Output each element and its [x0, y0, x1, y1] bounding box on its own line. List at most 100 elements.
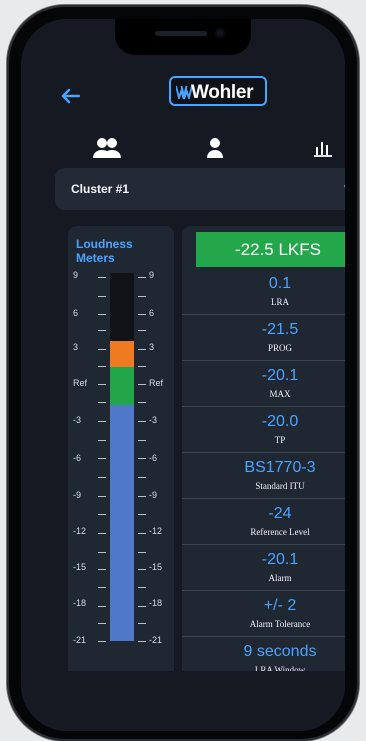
reading-value: -21.5 — [261, 321, 299, 338]
scale-tick — [98, 477, 106, 478]
scale-tick — [98, 440, 106, 441]
scale-tick — [98, 533, 106, 534]
app-screen: Wohler Cluster #1 Loudness Meters 9 6 3 … — [21, 19, 345, 731]
scale-tick — [98, 458, 106, 459]
reading-value: 9 seconds — [243, 643, 317, 660]
lkfs-readout: -22.5 LKFS — [196, 232, 345, 267]
loudness-meter-panel: Loudness Meters 9 6 3 Ref -3 -6 -9 -12 -… — [68, 226, 174, 686]
cluster-select[interactable]: Cluster #1 — [55, 168, 345, 210]
back-arrow-icon[interactable] — [59, 84, 83, 108]
scale-tick — [98, 366, 106, 367]
scale-tick — [138, 641, 146, 642]
scale-tick — [98, 384, 106, 385]
scale-left-label: -3 — [73, 415, 82, 425]
reading-row: -20.1 MAX — [182, 361, 345, 407]
meter-blue-segment — [110, 405, 134, 641]
scale-right-label: -3 — [149, 415, 158, 425]
scale-tick — [98, 349, 106, 350]
scale-left-label: -6 — [73, 453, 82, 463]
reading-value: -20.0 — [261, 413, 299, 430]
reading-value: BS1770-3 — [244, 459, 316, 476]
reading-label: PROG — [267, 343, 292, 353]
scale-right-label: 6 — [149, 308, 155, 318]
meter-orange-segment — [110, 341, 134, 367]
scale-tick — [138, 330, 146, 331]
scale-tick — [138, 384, 146, 385]
scale-tick — [98, 296, 106, 297]
scale-left-label: -18 — [73, 598, 87, 608]
scale-right-label: 9 — [149, 270, 155, 280]
reading-row: -21.5 PROG — [182, 315, 345, 361]
scale-tick — [98, 277, 106, 278]
scale-tick — [138, 277, 146, 278]
reading-label: LRA — [271, 297, 289, 307]
reading-label: Alarm — [268, 573, 292, 583]
scale-tick — [98, 606, 106, 607]
scale-tick — [98, 569, 106, 570]
bar-chart-icon[interactable] — [312, 136, 334, 163]
scale-tick — [138, 623, 146, 624]
scale-tick — [138, 514, 146, 515]
loudness-meters-title: Loudness Meters — [76, 237, 133, 265]
logo-mark-icon — [175, 85, 193, 102]
scale-tick — [98, 402, 106, 403]
reading-row: +/- 2 Alarm Tolerance — [182, 591, 345, 637]
phone-screen: Wohler Cluster #1 Loudness Meters 9 6 3 … — [21, 19, 345, 731]
scale-tick — [138, 569, 146, 570]
scale-right-label: -9 — [149, 490, 158, 500]
loudness-meter-bar — [110, 273, 134, 641]
scale-left-label: Ref — [73, 378, 88, 388]
scale-right-label: -12 — [149, 526, 163, 536]
cluster-label: Cluster #1 — [71, 182, 130, 196]
scale-tick — [98, 496, 106, 497]
scale-tick — [138, 314, 146, 315]
meter-green-segment — [110, 367, 134, 405]
scale-tick — [98, 641, 106, 642]
scale-tick — [138, 402, 146, 403]
bottom-safe-area — [21, 671, 345, 731]
reading-row: 0.1 LRA — [182, 269, 345, 315]
scale-tick — [98, 314, 106, 315]
scale-tick — [138, 533, 146, 534]
logo-text: Wohler — [191, 82, 254, 103]
scale-tick — [138, 296, 146, 297]
brand-logo: Wohler — [169, 76, 267, 106]
scale-tick — [138, 458, 146, 459]
speaker-grille — [155, 31, 207, 36]
scale-tick — [138, 440, 146, 441]
scale-tick — [98, 421, 106, 422]
user-icon[interactable] — [205, 137, 225, 164]
scale-left-label: 6 — [73, 308, 79, 318]
scale-right-label: Ref — [149, 378, 164, 388]
scale-tick — [138, 587, 146, 588]
reading-label: TP — [274, 435, 286, 445]
top-icon-bar — [21, 136, 345, 162]
users-icon[interactable] — [92, 136, 122, 165]
reading-value: -20.1 — [261, 367, 299, 384]
scale-tick — [98, 514, 106, 515]
scale-tick — [138, 349, 146, 350]
reading-row: BS1770-3 Standard ITU — [182, 453, 345, 499]
chevron-down-icon[interactable] — [343, 181, 345, 197]
reading-label: Alarm Tolerance — [249, 619, 311, 629]
reading-value: -20.1 — [261, 551, 299, 568]
scale-tick — [98, 587, 106, 588]
scale-tick — [98, 623, 106, 624]
scale-tick — [98, 552, 106, 553]
scale-tick — [138, 421, 146, 422]
scale-right-label: -6 — [149, 453, 158, 463]
scale-right-label: -21 — [149, 635, 163, 645]
scale-right-label: -15 — [149, 562, 163, 572]
scale-tick — [138, 496, 146, 497]
reading-label: Standard ITU — [255, 481, 305, 491]
scale-right-label: -18 — [149, 598, 163, 608]
reading-row: -20.1 Alarm — [182, 545, 345, 591]
scale-tick — [138, 477, 146, 478]
reading-label: Reference Level — [250, 527, 310, 537]
scale-left-label: -12 — [73, 526, 87, 536]
front-camera — [215, 28, 225, 38]
phone-frame: Wohler Cluster #1 Loudness Meters 9 6 3 … — [7, 5, 359, 741]
reading-value: +/- 2 — [263, 597, 297, 614]
scale-left-label: -15 — [73, 562, 87, 572]
scale-left-label: 3 — [73, 342, 79, 352]
